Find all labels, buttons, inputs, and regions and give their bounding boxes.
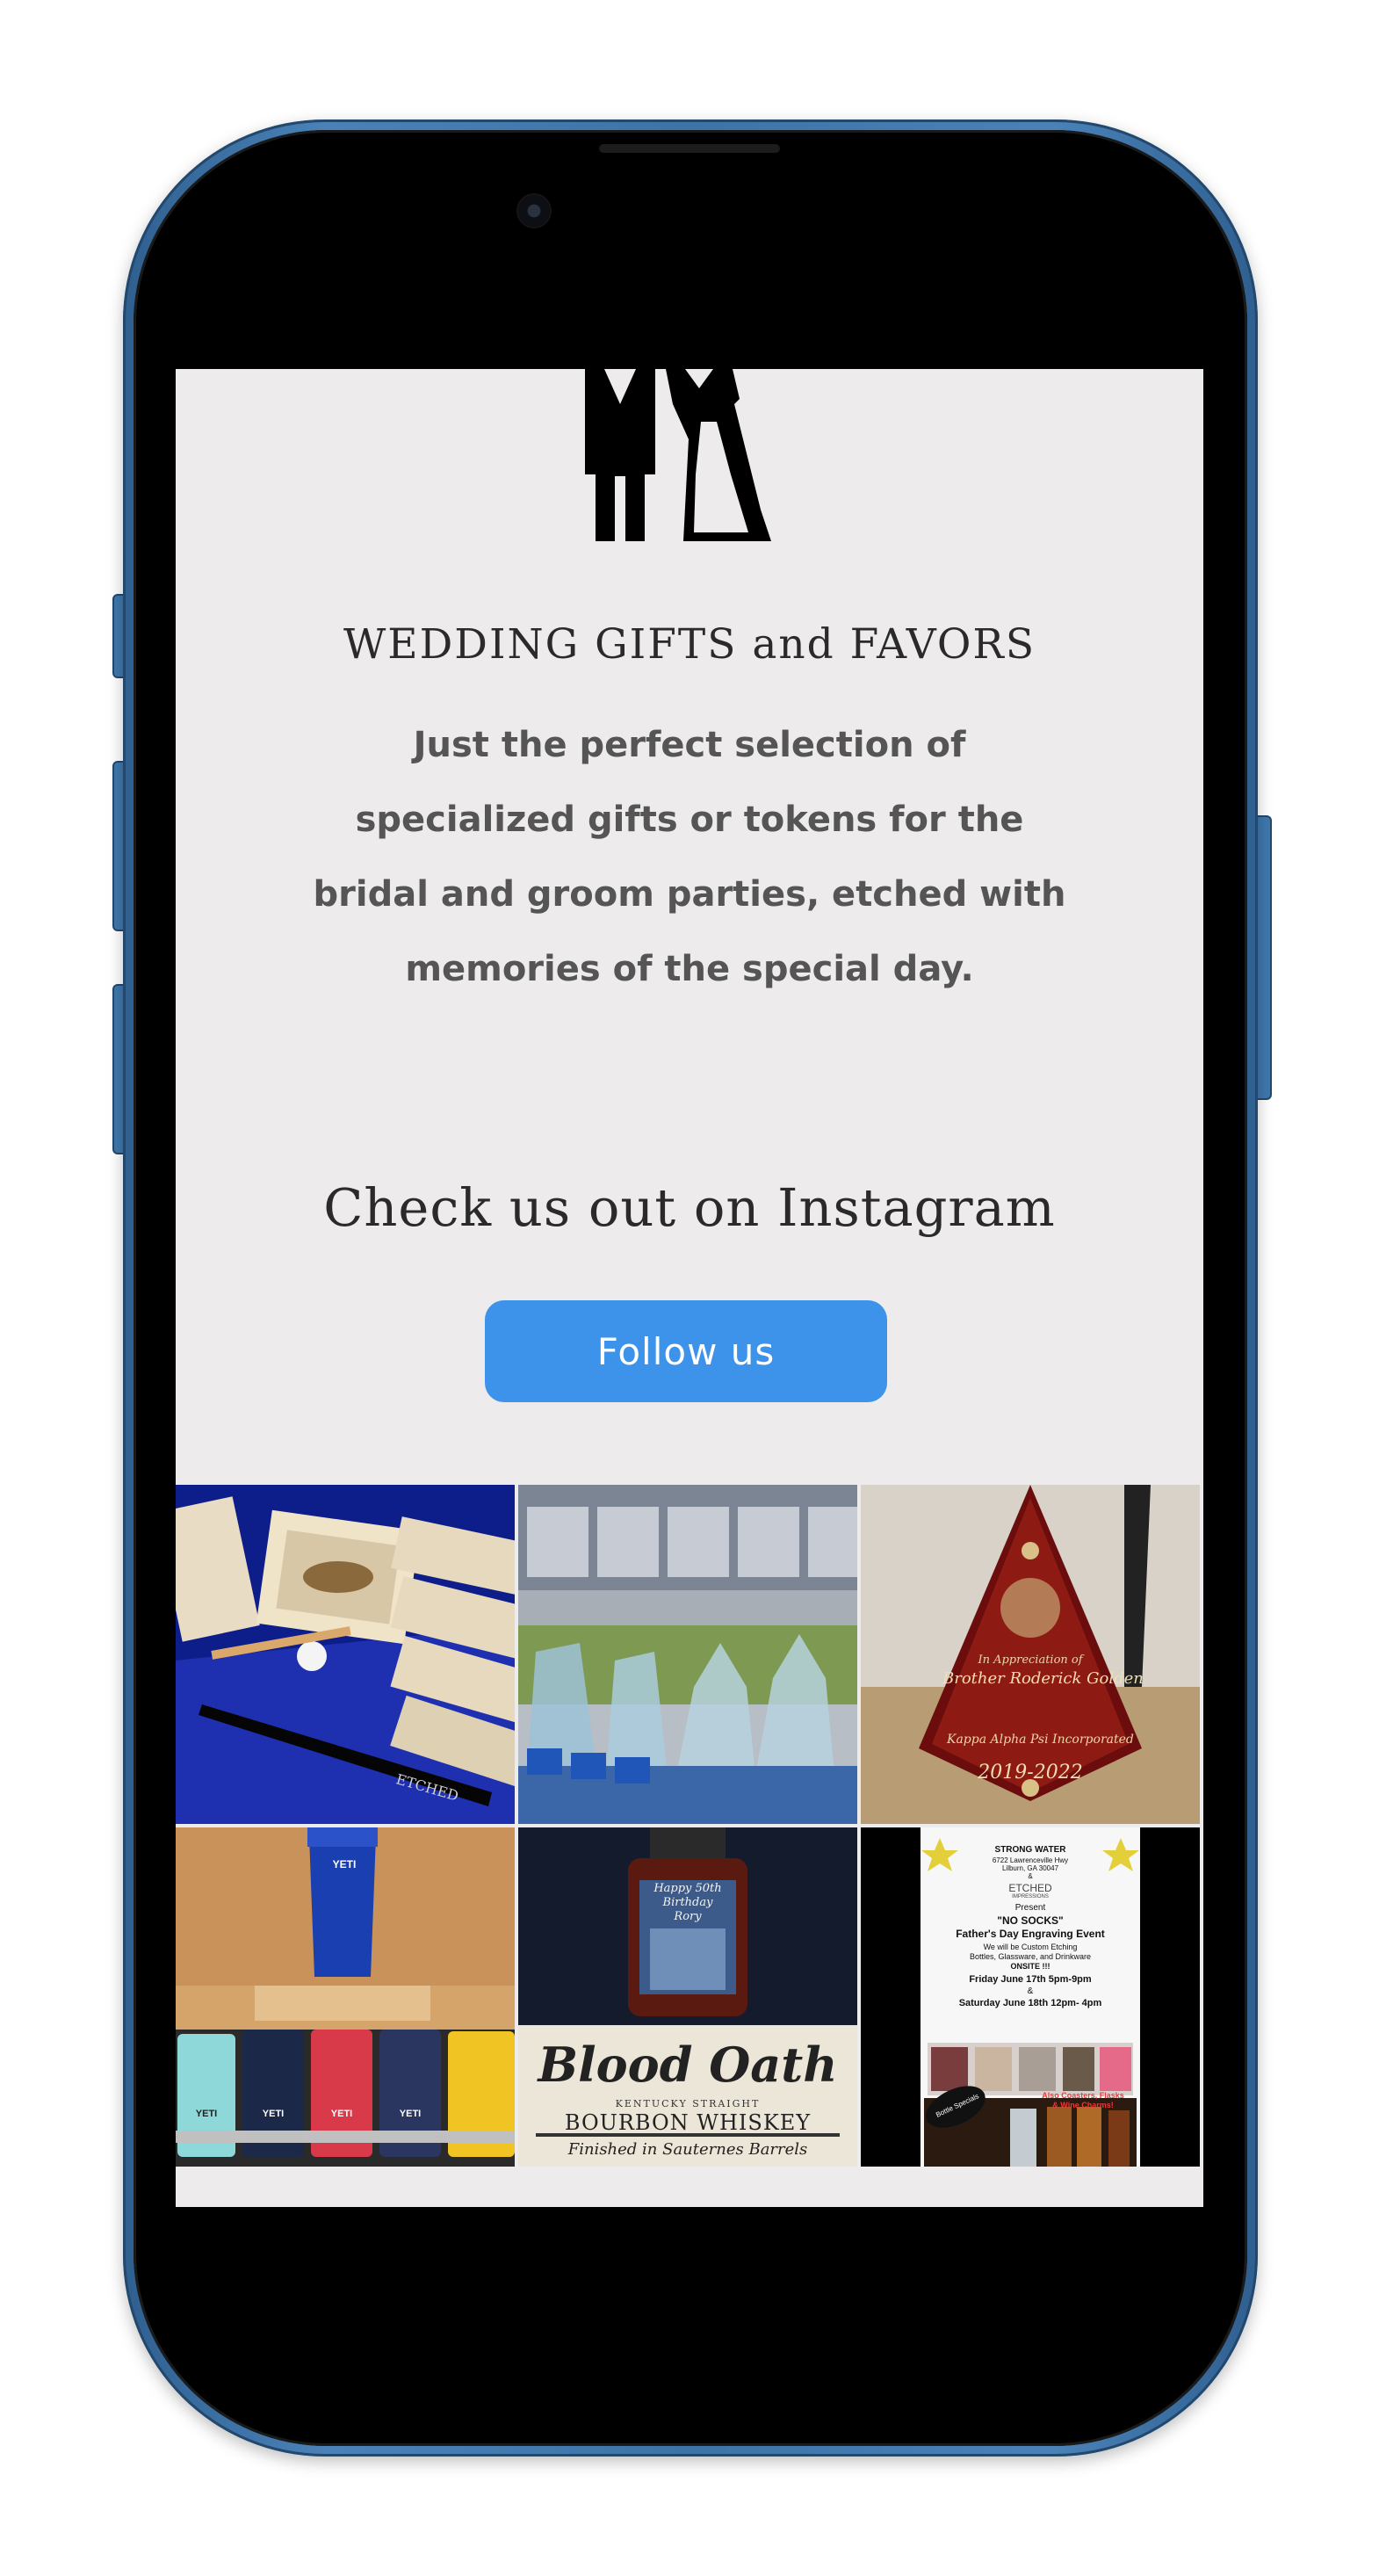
flyer-text: Also Coasters, Flasks <box>1042 2091 1124 2100</box>
flyer-text: & <box>1028 1872 1033 1880</box>
flyer-text: & <box>1027 1986 1034 1996</box>
flyer-text: ETCHED <box>1008 1882 1052 1894</box>
post-caption: Kappa Alpha Psi Incorporated <box>947 1733 1134 1747</box>
section-heading: WEDDING GIFTS and FAVORS <box>343 620 1036 669</box>
post-caption: Blood Oath <box>538 2037 838 2093</box>
flyer-text: Father's Day Engraving Event <box>956 1928 1105 1940</box>
post-caption: In Appreciation of <box>978 1653 1083 1667</box>
instagram-feed-grid: ETCHED In Appreciation of Brother Roderi… <box>176 1485 1203 2170</box>
post-caption: Birthday <box>662 1896 713 1909</box>
flyer-text: Saturday June 18th 12pm- 4pm <box>958 1998 1102 2008</box>
flyer-text: We will be Custom Etching <box>983 1943 1078 1951</box>
flyer-text: STRONG WATER <box>994 1845 1066 1855</box>
instagram-post-yeti-tumblers[interactable]: YETI YETI YETI YETI YETI <box>176 1827 515 2167</box>
flyer-text: Lilburn, GA 30047 <box>1001 1864 1059 1872</box>
post-caption: Brother Roderick Golden <box>942 1669 1144 1688</box>
golf-awards-photo <box>518 1485 857 1824</box>
power-button <box>1256 815 1272 1100</box>
post-caption: Happy 50th <box>653 1882 722 1895</box>
bride-and-groom-icon <box>585 369 771 541</box>
post-caption: BOURBON WHISKEY <box>564 2110 812 2135</box>
instagram-post-red-plaque[interactable]: In Appreciation of Brother Roderick Gold… <box>861 1485 1200 1824</box>
post-caption: Rory <box>674 1910 702 1923</box>
post-caption: YETI <box>399 2109 422 2119</box>
post-caption: KENTUCKY STRAIGHT <box>615 2098 761 2109</box>
instagram-post-bourbon[interactable]: Happy 50th Birthday Rory Blood Oath KENT… <box>518 1827 857 2167</box>
post-caption: YETI <box>332 1858 357 1870</box>
instagram-post-wooden-boxes[interactable]: ETCHED <box>176 1485 515 1824</box>
flyer-text: Present <box>1014 1903 1046 1913</box>
instagram-post-fathers-day-flyer[interactable]: STRONG WATER 6722 Lawrenceville Hwy Lilb… <box>861 1827 1200 2167</box>
earpiece-speaker <box>599 144 780 153</box>
flyer-text: 6722 Lawrenceville Hwy <box>992 1856 1069 1864</box>
flyer-text: Bottles, Glassware, and Drinkware <box>969 1952 1092 1961</box>
post-caption: 2019-2022 <box>978 1762 1083 1784</box>
flyer-text: "NO SOCKS" <box>997 1914 1064 1927</box>
post-caption: YETI <box>330 2109 353 2119</box>
post-caption: Finished in Sauternes Barrels <box>567 2140 808 2159</box>
flyer-text: Friday June 17th 5pm-9pm <box>969 1974 1092 1985</box>
post-caption: YETI <box>195 2109 218 2119</box>
screen: WEDDING GIFTS and FAVORS Just the perfec… <box>176 369 1203 2207</box>
post-caption: YETI <box>262 2109 285 2119</box>
follow-us-button[interactable]: Follow us <box>485 1300 887 1402</box>
section-description: Just the perfect selection of specialize… <box>313 725 1066 989</box>
instagram-heading: Check us out on Instagram <box>323 1177 1056 1238</box>
instagram-post-golf-awards[interactable] <box>518 1485 857 1824</box>
flyer-text: IMPRESSIONS <box>1012 1894 1049 1899</box>
flyer-text: ONSITE !!! <box>1010 1962 1050 1971</box>
wooden-boxes-photo <box>176 1485 515 1824</box>
front-camera <box>518 195 550 227</box>
